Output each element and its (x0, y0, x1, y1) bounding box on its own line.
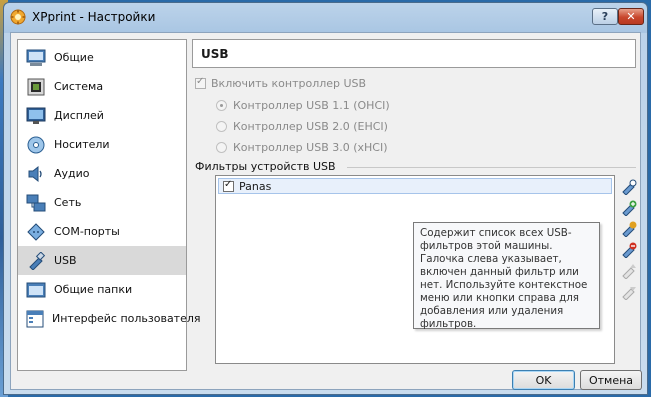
usb30-label: Контроллер USB 3.0 (xHCI) (233, 141, 388, 154)
storage-icon (26, 135, 46, 155)
sidebar-item-display[interactable]: Дисплей (18, 101, 186, 130)
page-header: USB (192, 39, 636, 68)
sidebar-item-label: Интерфейс пользователя (52, 312, 201, 325)
group-divider (347, 167, 636, 168)
sidebar-item-label: Аудио (54, 167, 90, 180)
cancel-button[interactable]: Отмена (580, 370, 642, 390)
move-down-icon[interactable] (620, 283, 638, 301)
sidebar-item-label: COM-порты (54, 225, 120, 238)
checkbox-box (195, 76, 206, 89)
list-item[interactable]: Panas (218, 178, 612, 194)
ok-button[interactable]: OK (512, 370, 575, 390)
sidebar-item-storage[interactable]: Носители (18, 130, 186, 159)
filter-enabled-checkbox[interactable] (223, 179, 234, 192)
dialog-body: Общие Система Дисплей Носители Аудио Сет… (10, 32, 642, 390)
sidebar-item-label: USB (54, 254, 77, 267)
page-title: USB (201, 47, 229, 61)
audio-icon (26, 164, 46, 184)
sidebar-item-shared-folders[interactable]: Общие папки (18, 275, 186, 304)
usb20-radio[interactable]: Контроллер USB 2.0 (EHCI) (216, 120, 388, 133)
app-icon (10, 9, 26, 25)
usb11-label: Контроллер USB 1.1 (OHCI) (233, 99, 390, 112)
help-button[interactable]: ? (592, 8, 618, 25)
sidebar-item-serial-ports[interactable]: COM-порты (18, 217, 186, 246)
sidebar-item-label: Дисплей (54, 109, 104, 122)
move-up-icon[interactable] (620, 262, 638, 280)
settings-window: XPprint - Настройки ? ✕ Общие Система Ди… (3, 2, 648, 395)
add-device-filter-icon[interactable] (620, 199, 638, 217)
network-icon (26, 193, 46, 213)
sidebar-item-network[interactable]: Сеть (18, 188, 186, 217)
user-interface-icon (26, 309, 44, 329)
sidebar-item-general[interactable]: Общие (18, 43, 186, 72)
edit-filter-icon[interactable] (620, 220, 638, 238)
filter-name: Panas (239, 179, 272, 193)
display-icon (26, 106, 46, 126)
usb11-radio[interactable]: Контроллер USB 1.1 (OHCI) (216, 99, 390, 112)
general-icon (26, 48, 46, 68)
serial-ports-icon (26, 222, 46, 242)
sidebar-item-system[interactable]: Система (18, 72, 186, 101)
sidebar-item-label: Носители (54, 138, 110, 151)
radio-dot (216, 142, 227, 153)
sidebar-item-label: Система (54, 80, 104, 93)
remove-filter-icon[interactable] (620, 241, 638, 259)
title-bar[interactable]: XPprint - Настройки ? ✕ (4, 3, 647, 31)
usb30-radio[interactable]: Контроллер USB 3.0 (xHCI) (216, 141, 388, 154)
sidebar-item-label: Общие папки (54, 283, 133, 296)
sidebar-item-label: Сеть (54, 196, 82, 209)
sidebar-item-user-interface[interactable]: Интерфейс пользователя (18, 304, 201, 333)
usb20-label: Контроллер USB 2.0 (EHCI) (233, 120, 388, 133)
enable-usb-label: Включить контроллер USB (211, 77, 367, 90)
sidebar-item-usb[interactable]: USB (18, 246, 186, 275)
radio-dot (216, 121, 227, 132)
filters-tooltip: Содержит список всех USB-фильтров этой м… (413, 222, 600, 330)
add-empty-filter-icon[interactable] (620, 178, 638, 196)
enable-usb-controller-checkbox[interactable]: Включить контроллер USB (195, 76, 367, 90)
filters-group-label: Фильтры устройств USB (195, 160, 336, 173)
shared-folders-icon (26, 280, 46, 300)
system-icon (26, 77, 46, 97)
close-button[interactable]: ✕ (618, 8, 644, 25)
usb-icon (26, 251, 46, 271)
radio-dot (216, 100, 227, 111)
window-title: XPprint - Настройки (32, 10, 156, 24)
settings-sidebar: Общие Система Дисплей Носители Аудио Сет… (17, 39, 201, 371)
sidebar-item-label: Общие (54, 51, 94, 64)
sidebar-item-audio[interactable]: Аудио (18, 159, 186, 188)
